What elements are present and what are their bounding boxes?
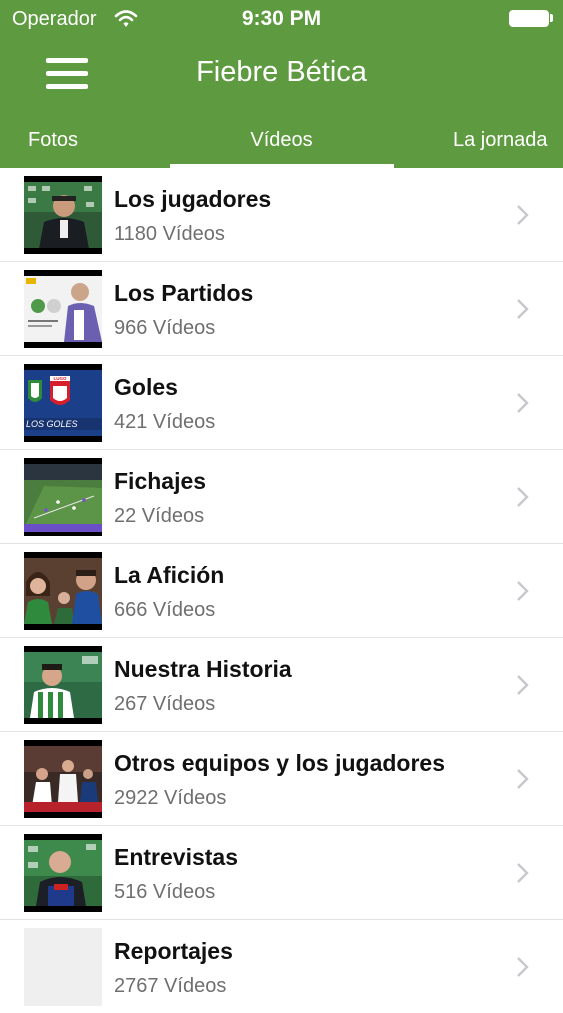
category-count: 1180 Vídeos <box>114 223 225 245</box>
chevron-right-icon <box>517 393 529 413</box>
category-name: Los jugadores <box>114 186 272 212</box>
list-item[interactable]: Nuestra Historia 267 Vídeos <box>0 638 563 732</box>
player-jersey-thumbnail <box>24 646 102 724</box>
status-bar: Operador 9:30 PM <box>0 0 563 38</box>
list-item[interactable]: LUGO LOS GOLES Goles 421 Vídeos <box>0 356 563 450</box>
tab-la-jornada[interactable]: La jornada <box>453 129 548 152</box>
match-poster-thumbnail <box>24 270 102 348</box>
chevron-right-icon <box>517 487 529 507</box>
chevron-right-icon <box>517 863 529 883</box>
goals-crest-thumbnail: LUGO LOS GOLES <box>24 364 102 442</box>
list-item[interactable]: Fichajes 22 Vídeos <box>0 450 563 544</box>
chevron-right-icon <box>517 675 529 695</box>
list-item[interactable]: Entrevistas 516 Vídeos <box>0 826 563 920</box>
list-item[interactable]: Otros equipos y los jugadores 2922 Vídeo… <box>0 732 563 826</box>
fans-thumbnail <box>24 552 102 630</box>
thumb-badge-text: LUGO <box>54 376 67 381</box>
category-count: 516 Vídeos <box>114 881 216 903</box>
press-conference-thumbnail <box>24 176 102 254</box>
category-name: Nuestra Historia <box>114 656 292 682</box>
battery-icon <box>509 10 549 27</box>
category-name: Otros equipos y los jugadores <box>114 750 446 776</box>
status-time: 9:30 PM <box>241 7 322 30</box>
chevron-right-icon <box>517 299 529 319</box>
tab-fotos[interactable]: Fotos <box>28 129 78 152</box>
chevron-right-icon <box>517 957 529 977</box>
category-name: Reportajes <box>114 938 233 964</box>
category-name: Los Partidos <box>114 280 254 306</box>
interview-thumbnail <box>24 834 102 912</box>
thumb-caption: LOS GOLES <box>26 419 78 429</box>
category-count: 666 Vídeos <box>114 599 216 621</box>
category-name: La Afición <box>114 562 225 588</box>
chevron-right-icon <box>517 581 529 601</box>
chevron-right-icon <box>517 205 529 225</box>
battery-tip <box>550 14 553 22</box>
chevron-right-icon <box>517 769 529 789</box>
video-category-list: Los jugadores 1180 Vídeos Los Partidos 9… <box>0 168 563 1013</box>
category-count: 22 Vídeos <box>114 505 205 527</box>
blank-thumbnail <box>24 928 102 1006</box>
app-header: Operador 9:30 PM Fiebre Bética Fotos Víd… <box>0 0 563 168</box>
list-item[interactable]: La Afición 666 Vídeos <box>0 544 563 638</box>
category-count: 2922 Vídeos <box>114 787 227 809</box>
category-name: Fichajes <box>114 468 207 494</box>
list-item[interactable]: Los Partidos 966 Vídeos <box>0 262 563 356</box>
list-item[interactable]: Reportajes 2767 Vídeos <box>0 920 563 1013</box>
category-count: 2767 Vídeos <box>114 975 227 997</box>
category-count: 966 Vídeos <box>114 317 216 339</box>
category-count: 421 Vídeos <box>114 411 216 433</box>
category-name: Goles <box>114 374 178 400</box>
list-item[interactable]: Los jugadores 1180 Vídeos <box>0 168 563 262</box>
match-action-thumbnail <box>24 740 102 818</box>
page-title: Fiebre Bética <box>196 56 367 88</box>
category-name: Entrevistas <box>114 844 239 870</box>
football-pitch-thumbnail <box>24 458 102 536</box>
category-count: 267 Vídeos <box>114 693 216 715</box>
